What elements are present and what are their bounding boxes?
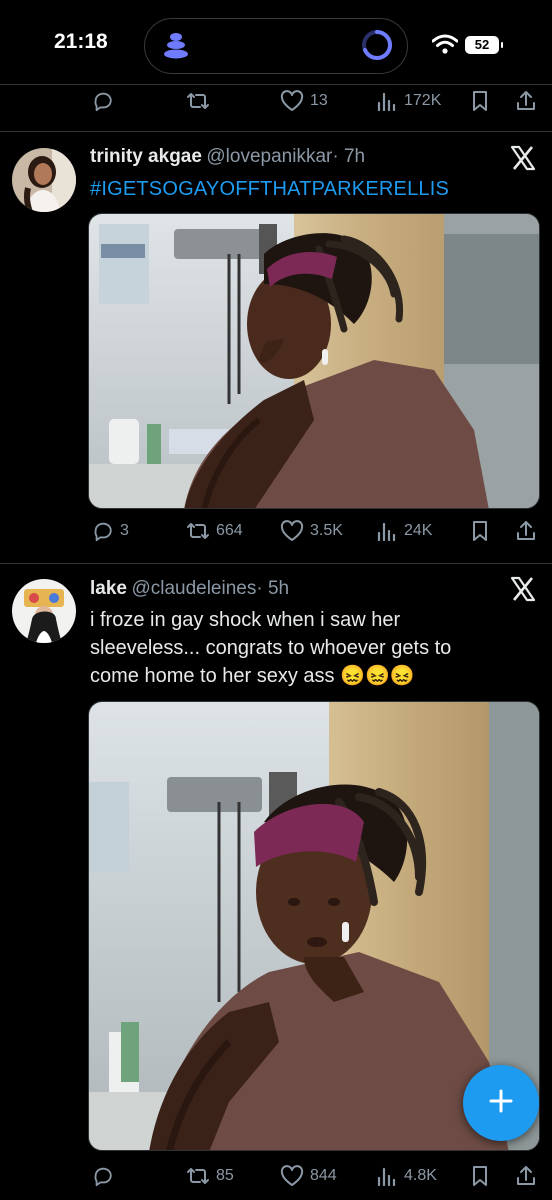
reply-icon	[92, 520, 114, 542]
like-button[interactable]: 3.5K	[280, 520, 343, 542]
handle[interactable]: @claudeleines	[131, 578, 256, 599]
bookmark-button[interactable]	[470, 520, 490, 542]
like-icon	[280, 520, 304, 542]
like-icon	[280, 90, 304, 112]
activity-ring-icon	[360, 28, 394, 67]
repost-button[interactable]: 664	[186, 520, 243, 542]
bookmark-icon	[470, 520, 490, 542]
x-logo-icon	[510, 576, 536, 607]
timestamp: · 7h	[332, 146, 366, 167]
bookmark-icon	[470, 90, 490, 112]
hashtag-link[interactable]: #IGETSOGAYOFFTHATPARKERELLIS	[90, 178, 449, 201]
views-icon	[376, 520, 398, 542]
share-button[interactable]	[515, 89, 537, 113]
like-count: 844	[310, 1167, 337, 1184]
repost-icon	[186, 90, 210, 112]
reply-icon	[92, 90, 114, 112]
reply-button[interactable]: 3	[92, 520, 129, 542]
handle[interactable]: @lovepanikkar	[206, 146, 332, 167]
view-count: 24K	[404, 522, 433, 539]
divider	[0, 131, 552, 132]
like-count: 13	[310, 92, 328, 109]
repost-button[interactable]	[186, 90, 210, 112]
tweet-text-line: come home to her sexy ass 😖😖😖	[90, 665, 415, 687]
share-icon	[515, 89, 537, 113]
divider	[0, 563, 552, 564]
like-count: 3.5K	[310, 522, 343, 539]
status-time: 21:18	[54, 30, 108, 53]
like-button[interactable]: 844	[280, 1165, 337, 1187]
views-icon	[376, 90, 398, 112]
share-button[interactable]	[515, 519, 537, 543]
repost-count: 85	[216, 1167, 234, 1184]
views-button[interactable]: 4.8K	[376, 1165, 437, 1187]
compose-button[interactable]	[463, 1065, 539, 1141]
reply-button[interactable]	[92, 1165, 120, 1187]
like-button[interactable]: 13	[280, 90, 328, 112]
tweet-text-line: i froze in gay shock when i saw her	[90, 609, 401, 631]
bookmark-icon	[470, 1165, 490, 1187]
repost-count: 664	[216, 522, 243, 539]
repost-button[interactable]: 85	[186, 1165, 234, 1187]
bookmark-button[interactable]	[470, 1165, 490, 1187]
reply-count: 3	[120, 522, 129, 539]
repost-icon	[186, 1165, 210, 1187]
meditation-app-icon	[160, 30, 192, 65]
avatar[interactable]	[12, 148, 76, 212]
avatar[interactable]	[12, 579, 76, 643]
repost-icon	[186, 520, 210, 542]
share-icon	[515, 519, 537, 543]
compose-plus-icon	[488, 1088, 514, 1119]
battery-indicator: 52	[465, 36, 499, 54]
timestamp: · 5h	[256, 578, 290, 599]
tweet-text: i froze in gay shock when i saw her slee…	[90, 606, 530, 690]
view-count: 4.8K	[404, 1167, 437, 1184]
like-icon	[280, 1165, 304, 1187]
reply-button[interactable]	[92, 90, 114, 112]
views-button[interactable]: 172K	[376, 90, 441, 112]
bookmark-button[interactable]	[470, 90, 490, 112]
display-name[interactable]: trinity akgae	[90, 146, 202, 167]
view-count: 172K	[404, 92, 442, 109]
tweet-image[interactable]	[88, 213, 540, 509]
x-logo-icon	[510, 145, 536, 176]
display-name[interactable]: lake	[90, 578, 127, 599]
tweet-header: lake @claudeleines· 5h	[90, 578, 289, 600]
tweet-text-line: sleeveless... congrats to whoever gets t…	[90, 637, 452, 659]
views-icon	[376, 1165, 398, 1187]
wifi-icon	[431, 34, 459, 59]
share-icon	[515, 1164, 537, 1188]
battery-tip	[501, 42, 503, 48]
tweet-header: trinity akgae @lovepanikkar· 7h	[90, 146, 365, 168]
share-button[interactable]	[515, 1164, 537, 1188]
views-button[interactable]: 24K	[376, 520, 432, 542]
divider	[0, 84, 552, 85]
reply-icon	[92, 1165, 114, 1187]
